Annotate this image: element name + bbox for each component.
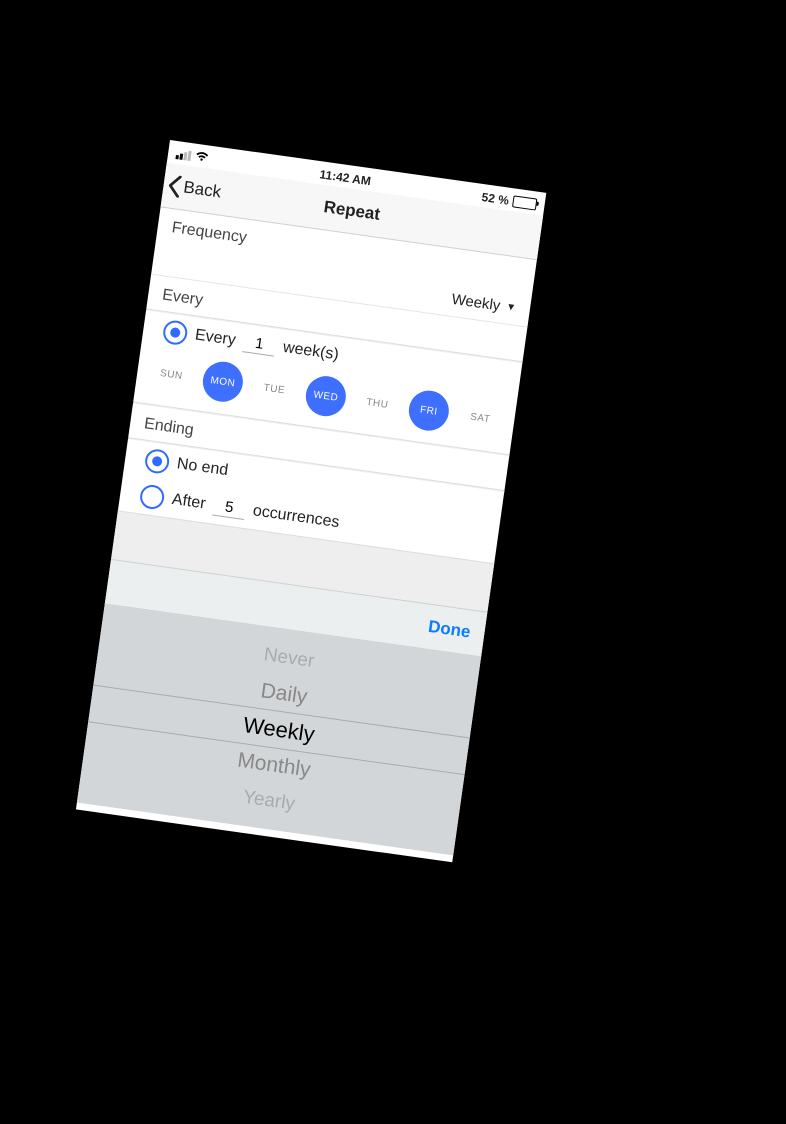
day-tue[interactable]: TUE: [252, 366, 297, 411]
after-unit: occurrences: [252, 502, 341, 532]
day-thu[interactable]: THU: [355, 381, 400, 426]
day-sun[interactable]: SUN: [149, 352, 194, 397]
day-fri[interactable]: FRI: [406, 388, 451, 433]
back-label: Back: [182, 177, 222, 202]
radio-after[interactable]: [139, 483, 166, 510]
battery-text: 52 %: [481, 190, 510, 208]
every-count-input[interactable]: [242, 332, 276, 356]
done-button[interactable]: Done: [427, 617, 472, 643]
day-mon[interactable]: MON: [200, 359, 245, 404]
after-label: After: [171, 491, 207, 514]
radio-every[interactable]: [162, 319, 189, 346]
wifi-icon: [194, 150, 210, 166]
after-count-input[interactable]: [212, 496, 246, 520]
frequency-value: Weekly: [451, 291, 502, 315]
day-sat[interactable]: SAT: [458, 395, 503, 440]
day-wed[interactable]: WED: [303, 374, 348, 419]
radio-noend[interactable]: [144, 448, 171, 475]
back-button[interactable]: Back: [162, 174, 222, 204]
every-radio-label: Every: [194, 326, 237, 350]
phone-screen: 11:42 AM 52 % Back Repeat Frequency Week…: [76, 140, 546, 862]
every-unit: week(s): [282, 339, 340, 365]
battery-icon: [512, 195, 537, 210]
signal-icon: [175, 149, 191, 161]
chevron-left-icon: [166, 174, 183, 198]
caret-down-icon: ▼: [505, 301, 516, 313]
noend-label: No end: [176, 455, 230, 480]
